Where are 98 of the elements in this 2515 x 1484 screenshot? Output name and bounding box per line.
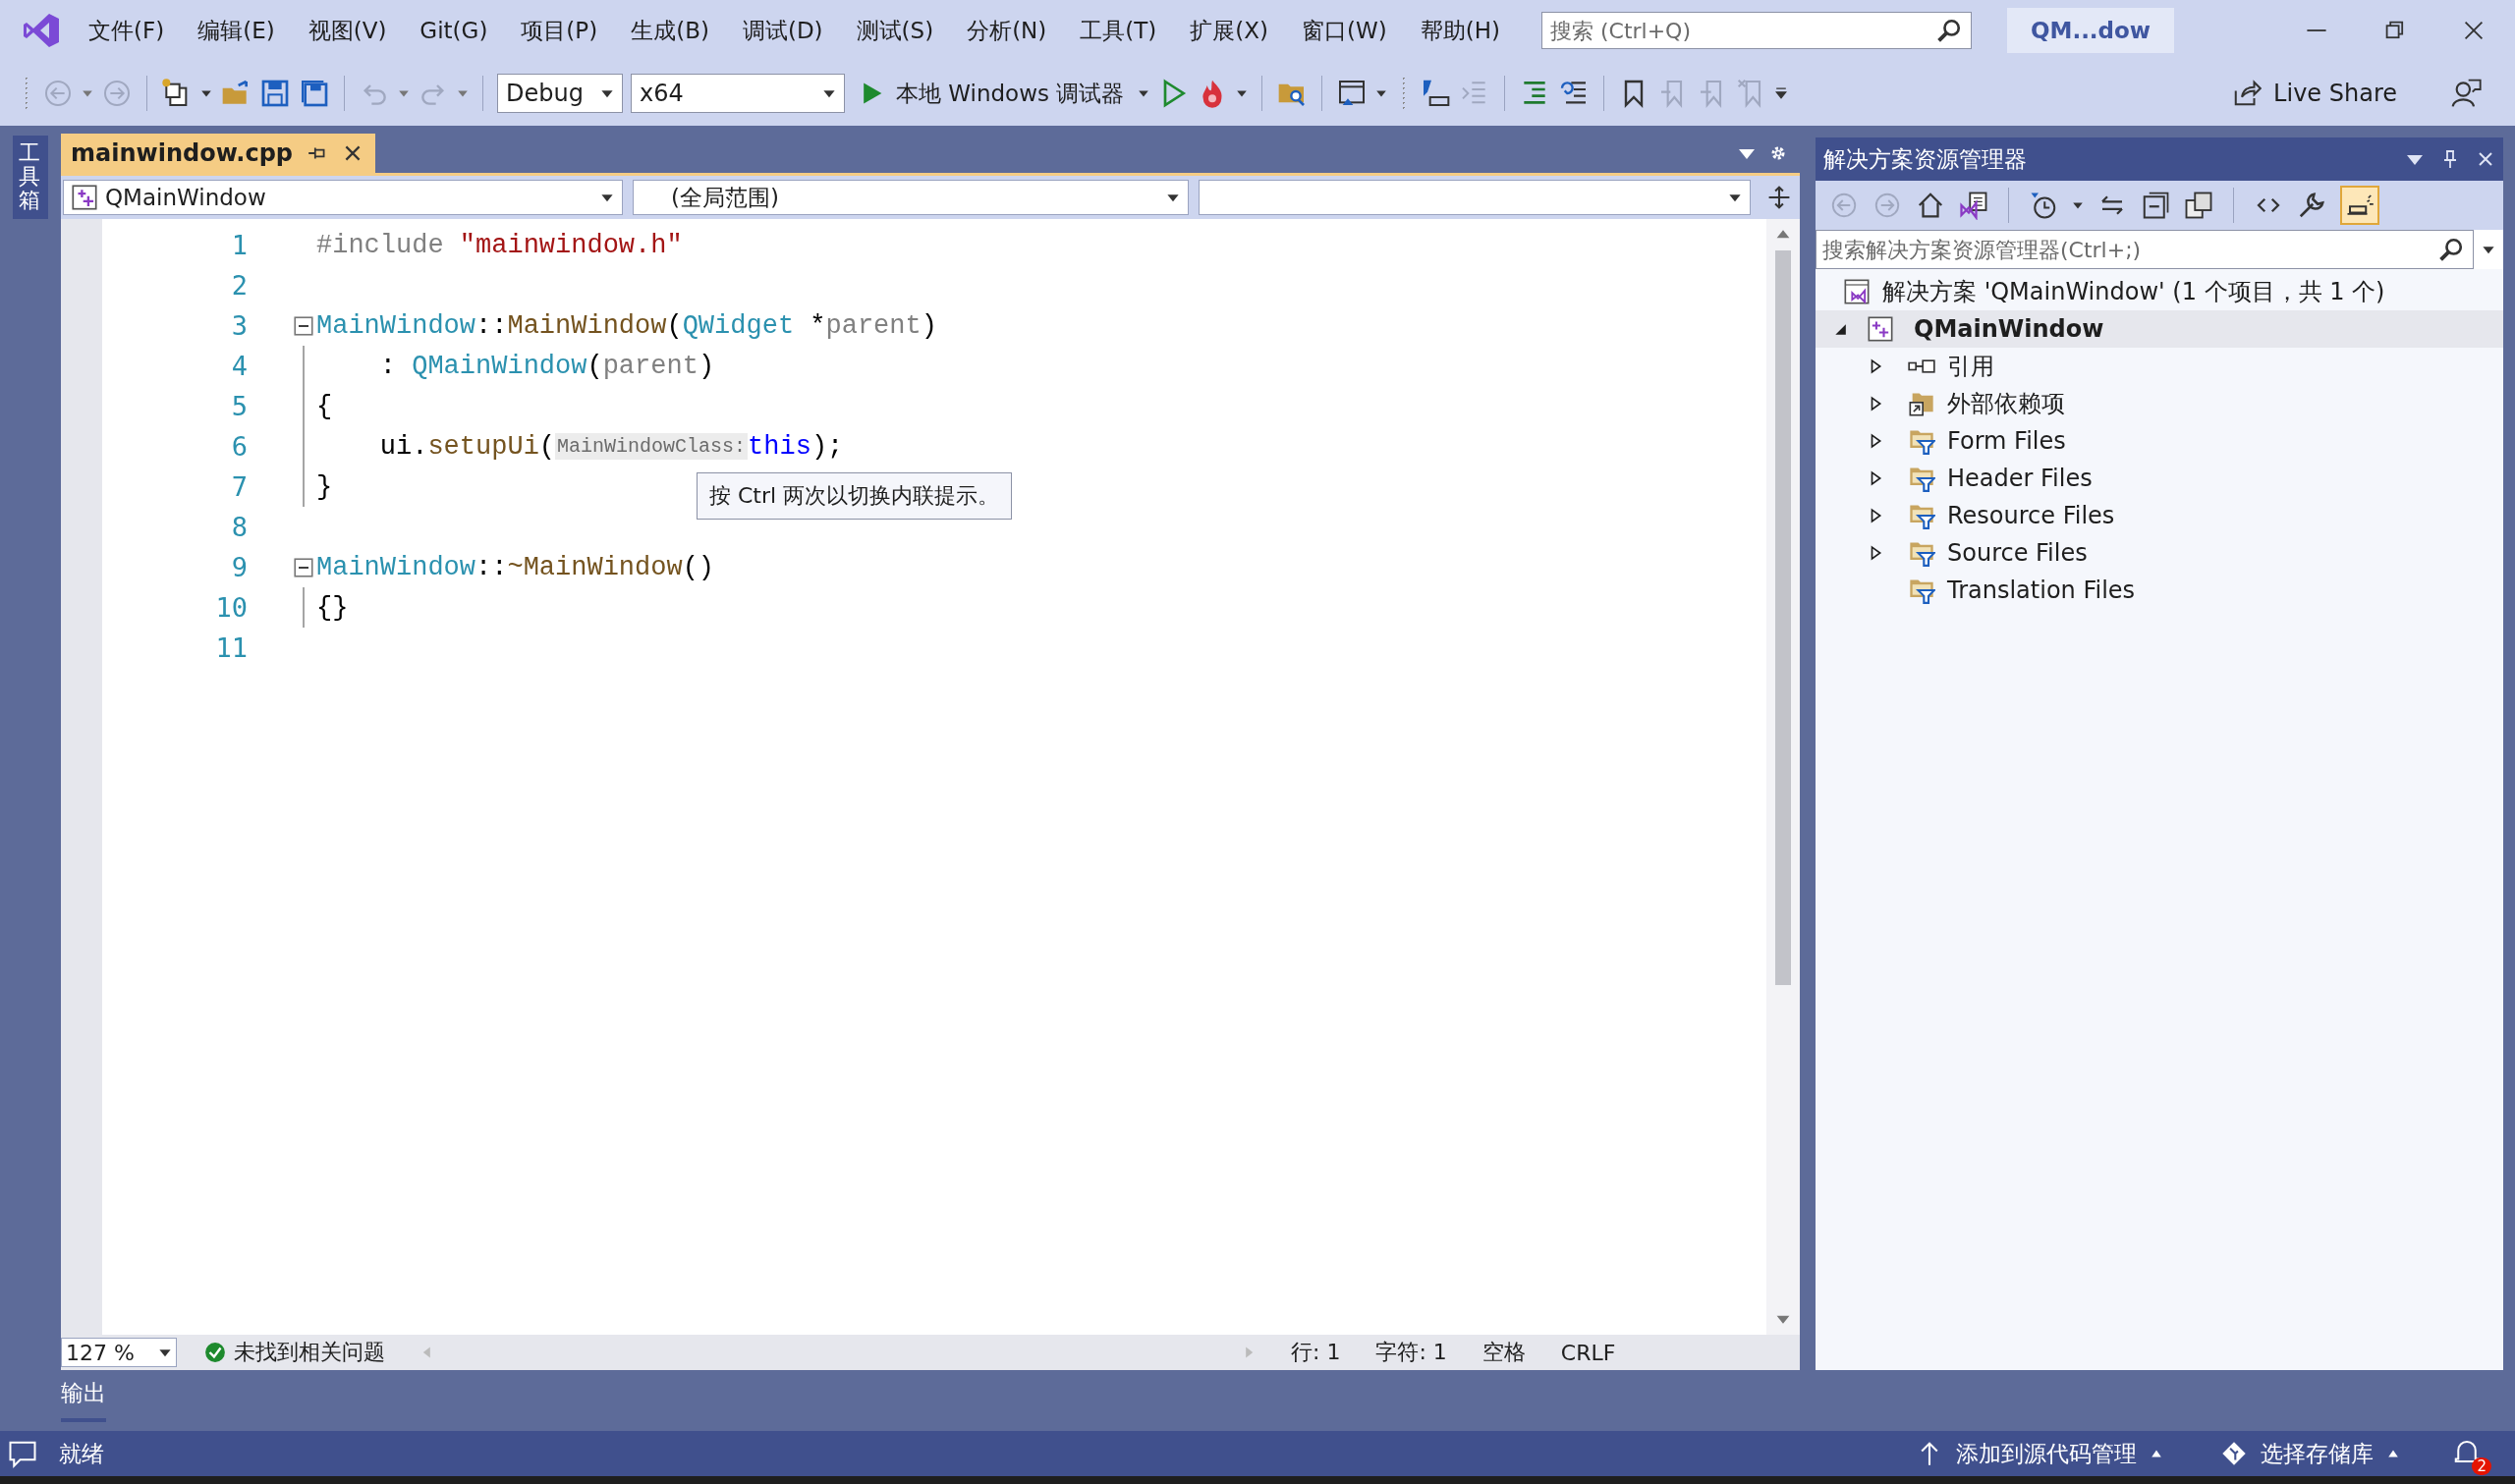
tree-item[interactable]: Source Files bbox=[1816, 534, 2503, 572]
menu-item[interactable]: 视图(V) bbox=[307, 15, 387, 46]
tree-item[interactable]: Header Files bbox=[1816, 460, 2503, 497]
solution-icon bbox=[1843, 278, 1871, 305]
expander-icon[interactable] bbox=[1869, 433, 1882, 449]
dropdown-arrow-icon[interactable] bbox=[1775, 87, 1788, 99]
project-icon bbox=[1867, 315, 1894, 343]
menu-item[interactable]: 工具(T) bbox=[1080, 15, 1157, 46]
menu-item[interactable]: Git(G) bbox=[419, 18, 488, 43]
switch-views-icon[interactable] bbox=[1959, 191, 1988, 220]
line-number: 11 bbox=[214, 632, 248, 663]
line-ending[interactable]: CRLF bbox=[1560, 1340, 1616, 1365]
tree-item[interactable]: Translation Files bbox=[1816, 572, 2503, 609]
expander-icon[interactable] bbox=[1869, 470, 1882, 486]
line-number: 8 bbox=[230, 512, 248, 542]
expander-icon[interactable] bbox=[1869, 508, 1882, 523]
menu-item[interactable]: 窗口(W) bbox=[1302, 15, 1387, 46]
solution-name: QM...dow bbox=[2006, 8, 2175, 53]
line-number: 6 bbox=[230, 431, 248, 462]
select-repository-button[interactable]: 选择存储库 bbox=[2215, 1437, 2405, 1470]
caret-icon bbox=[2151, 1448, 2162, 1459]
line-number: 2 bbox=[230, 270, 248, 301]
output-tab[interactable]: 输出 bbox=[61, 1370, 106, 1422]
code-line: {} bbox=[316, 592, 349, 623]
search-field[interactable]: 搜索解决方案资源管理器(Ctrl+;) bbox=[1816, 230, 2474, 269]
code-line: { bbox=[316, 391, 333, 421]
save-all-icon[interactable] bbox=[299, 78, 330, 109]
code-line: #include "mainwindow.h" bbox=[316, 230, 683, 260]
app-logo-icon bbox=[22, 11, 61, 50]
code-line: } bbox=[316, 471, 333, 502]
line-number: 9 bbox=[230, 552, 248, 582]
menu-item[interactable]: 调试(D) bbox=[742, 15, 823, 46]
search-field[interactable]: 搜索 (Ctrl+Q) bbox=[1540, 12, 1972, 49]
line-number: 3 bbox=[230, 310, 248, 341]
status-text: 就绪 bbox=[59, 1439, 104, 1468]
start-debugging-button[interactable]: 本地 Windows 调试器 bbox=[853, 78, 1131, 109]
close-icon[interactable] bbox=[2462, 19, 2486, 42]
panel-title: 解决方案资源管理器 bbox=[1823, 144, 2027, 174]
line-number: 7 bbox=[230, 471, 248, 502]
add-to-source-control-button[interactable]: 添加到源代码管理 bbox=[1911, 1437, 2168, 1470]
tree-item[interactable]: 外部依赖项 bbox=[1816, 385, 2503, 422]
menu-item[interactable]: 帮助(H) bbox=[1420, 15, 1500, 46]
wrench-icon[interactable] bbox=[2297, 191, 2326, 220]
search-icon bbox=[1935, 18, 1962, 43]
feedback-person-icon[interactable] bbox=[2450, 78, 2482, 109]
expander-icon[interactable] bbox=[1869, 358, 1882, 374]
line-position[interactable]: 行: 1 bbox=[1291, 1338, 1341, 1367]
line-number: 10 bbox=[214, 592, 248, 623]
search-icon bbox=[2438, 237, 2464, 262]
configuration-dropdown[interactable]: Debug bbox=[497, 74, 623, 113]
git-icon bbox=[2221, 1441, 2247, 1466]
save-icon[interactable] bbox=[259, 78, 291, 109]
code-line: MainWindow::~MainWindow() bbox=[316, 552, 715, 582]
char-position[interactable]: 字符: 1 bbox=[1375, 1338, 1447, 1367]
copy-icon[interactable] bbox=[2184, 191, 2213, 220]
line-number: 1 bbox=[230, 230, 248, 260]
split-icon[interactable] bbox=[1766, 185, 1792, 210]
menu-item[interactable]: 编辑(E) bbox=[197, 15, 275, 46]
line-number: 4 bbox=[230, 351, 248, 381]
collapse-all-icon[interactable] bbox=[2141, 191, 2170, 220]
menu-item[interactable]: 文件(F) bbox=[88, 15, 165, 46]
scope-dropdown[interactable]: (全局范围) bbox=[633, 180, 1189, 215]
collapse-icon[interactable] bbox=[294, 315, 313, 336]
line-number: 5 bbox=[230, 391, 248, 421]
caret-icon bbox=[2387, 1448, 2399, 1459]
platform-dropdown[interactable]: x64 bbox=[631, 74, 845, 113]
zoom-dropdown[interactable]: 127 % bbox=[61, 1338, 177, 1367]
code-line: MainWindow::MainWindow(QWidget *parent) bbox=[316, 310, 937, 341]
class-dropdown[interactable]: QMainWindow bbox=[63, 180, 623, 215]
tree-item[interactable]: Resource Files bbox=[1816, 497, 2503, 534]
code-line: : QMainWindow(parent) bbox=[378, 351, 715, 381]
collapse-icon[interactable] bbox=[294, 557, 313, 577]
expander-icon[interactable] bbox=[1869, 545, 1882, 561]
project-node[interactable]: QMainWindow bbox=[1816, 310, 2503, 348]
notification-count: 2 bbox=[2472, 1457, 2491, 1475]
issues-status[interactable]: 未找到相关问题 bbox=[234, 1338, 385, 1367]
tooltip: 按 Ctrl 两次以切换内联提示。 bbox=[697, 472, 1013, 520]
whitespace-mode[interactable]: 空格 bbox=[1481, 1338, 1526, 1367]
share-icon bbox=[2232, 79, 2263, 108]
project-icon bbox=[72, 185, 97, 210]
chat-bubble-icon[interactable] bbox=[8, 1439, 37, 1468]
tree-item[interactable]: 引用 bbox=[1816, 348, 2503, 385]
expander-icon[interactable] bbox=[1869, 396, 1882, 412]
document-tab[interactable]: mainwindow.cpp bbox=[61, 134, 375, 173]
check-circle-icon bbox=[204, 1342, 226, 1363]
live-share-button[interactable]: Live Share bbox=[2226, 78, 2403, 109]
pending-changes-icon[interactable] bbox=[2029, 191, 2058, 220]
scrollbar-thumb[interactable] bbox=[1775, 250, 1791, 985]
home-icon[interactable] bbox=[1916, 191, 1945, 220]
menu-item[interactable]: 项目(P) bbox=[521, 15, 598, 46]
menu-item[interactable]: 扩展(X) bbox=[1190, 15, 1268, 46]
menu-item[interactable]: 测试(S) bbox=[856, 15, 934, 46]
menu-item[interactable]: 生成(B) bbox=[631, 15, 709, 46]
solution-node[interactable]: 解决方案 'QMainWindow' (1 个项目，共 1 个) bbox=[1816, 273, 2503, 310]
menu-item[interactable]: 分析(N) bbox=[967, 15, 1047, 46]
toolbox-tab[interactable]: 工具箱 bbox=[13, 136, 48, 219]
preview-toggle[interactable] bbox=[2340, 186, 2379, 225]
tree-item[interactable]: Form Files bbox=[1816, 422, 2503, 460]
